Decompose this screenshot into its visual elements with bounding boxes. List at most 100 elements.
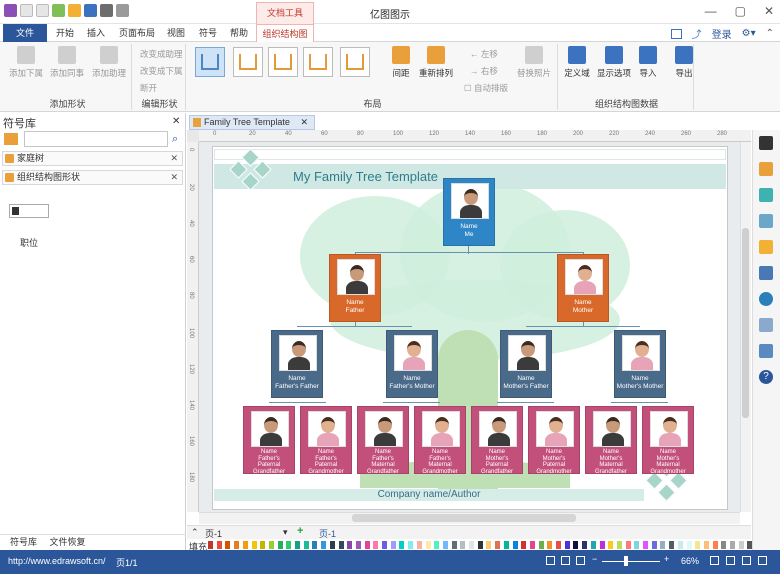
vertical-scroll-thumb[interactable] [742, 228, 749, 418]
color-swatch[interactable] [521, 541, 527, 549]
new-icon[interactable] [52, 4, 65, 17]
add-page-button[interactable]: + [297, 525, 303, 537]
add-subordinate-button[interactable]: 添加下属 [8, 46, 44, 79]
color-swatch[interactable] [529, 541, 535, 549]
color-swatch[interactable] [216, 541, 222, 549]
layout-style-5-button[interactable] [340, 47, 370, 77]
rearrange-button[interactable]: 重新排列 [418, 46, 454, 79]
color-swatch[interactable] [251, 541, 257, 549]
color-swatch[interactable] [408, 541, 414, 549]
library-grid-icon[interactable] [4, 133, 18, 145]
color-swatch[interactable] [390, 541, 396, 549]
spacing-button[interactable]: 间距 [386, 46, 416, 79]
color-swatch[interactable] [486, 541, 492, 549]
replace-photo-button[interactable]: 替换照片 [514, 46, 554, 79]
color-swatch[interactable] [590, 541, 596, 549]
website-link[interactable]: http://www.edrawsoft.cn/ [8, 556, 106, 566]
color-swatch[interactable] [460, 541, 466, 549]
color-swatch[interactable] [669, 541, 675, 549]
add-assistant-button[interactable]: 添加助理 [90, 46, 128, 79]
presentation-icon[interactable] [742, 556, 751, 565]
color-swatch[interactable] [425, 541, 431, 549]
color-swatch[interactable] [738, 541, 744, 549]
color-swatch[interactable] [634, 541, 640, 549]
save-icon[interactable] [84, 4, 97, 17]
zoom-slider-handle[interactable] [624, 556, 628, 566]
node-g5[interactable]: Name Mother's Paternal Grandfather [471, 406, 523, 475]
symbol-search-input[interactable] [24, 131, 168, 147]
change-to-subordinate-button[interactable]: 改变成下属 [140, 65, 183, 77]
print-icon[interactable] [100, 4, 113, 17]
color-swatch[interactable] [660, 541, 666, 549]
minimize-button[interactable]: — [705, 4, 717, 18]
page-selector-dropdown-icon[interactable]: ▾ [283, 527, 288, 538]
tab-view[interactable]: 视图 [163, 24, 189, 42]
note-icon[interactable] [759, 318, 773, 332]
fit-window-icon[interactable] [710, 556, 719, 565]
color-swatch[interactable] [286, 541, 292, 549]
color-swatch[interactable] [547, 541, 553, 549]
define-fields-button[interactable]: 定义域 [562, 46, 592, 79]
node-fm[interactable]: Name Father's Mother [386, 330, 438, 398]
node-g6[interactable]: Name Mother's Paternal Grandmother [528, 406, 580, 475]
node-ff[interactable]: Name Father's Father [271, 330, 323, 398]
help-icon[interactable]: ? [759, 370, 773, 384]
picture-icon[interactable] [670, 28, 682, 39]
node-mother[interactable]: Name Mother [557, 254, 609, 322]
line-style-icon[interactable] [759, 162, 773, 176]
fit-width-icon[interactable] [561, 556, 570, 565]
library-family-tree[interactable]: 家庭树 ✕ [2, 151, 183, 166]
tab-help[interactable]: 帮助 [226, 24, 252, 42]
color-swatch[interactable] [625, 541, 631, 549]
tab-symbol-library[interactable]: 符号库 [10, 537, 37, 547]
color-swatch[interactable] [512, 541, 518, 549]
tab-insert[interactable]: 插入 [82, 24, 110, 42]
color-swatch[interactable] [295, 541, 300, 549]
color-swatch[interactable] [434, 541, 440, 549]
import-button[interactable]: 导入 [636, 46, 660, 79]
color-swatch[interactable] [277, 541, 283, 549]
color-swatch[interactable] [503, 541, 509, 549]
color-swatch[interactable] [599, 541, 605, 549]
color-swatch[interactable] [616, 541, 622, 549]
fill-bucket-icon[interactable] [759, 136, 773, 150]
view-mode-icon[interactable] [726, 556, 735, 565]
grid-view-icon[interactable] [758, 556, 767, 565]
color-swatch[interactable] [730, 541, 735, 549]
node-g2[interactable]: Name Father's Paternal Grandmother [300, 406, 352, 475]
export-icon[interactable] [116, 4, 129, 17]
color-swatch[interactable] [399, 541, 405, 549]
ribbon-collapse-icon[interactable]: ⌃ [766, 28, 774, 39]
layout-style-4-button[interactable] [303, 47, 333, 77]
color-swatch[interactable] [329, 541, 335, 549]
position-shape-thumbnail[interactable] [9, 204, 49, 218]
color-swatch[interactable] [347, 541, 353, 549]
color-swatch[interactable] [582, 541, 588, 549]
zoom-out-button[interactable]: − [592, 554, 597, 564]
color-swatch[interactable] [234, 541, 240, 549]
horizontal-scroll-thumb[interactable] [352, 514, 576, 522]
tab-symbols[interactable]: 符号 [195, 24, 221, 42]
zoom-slider-track[interactable] [602, 561, 660, 562]
color-swatch[interactable] [225, 541, 231, 549]
collapse-icon[interactable]: ⌃ [191, 527, 199, 538]
document-tab[interactable]: Family Tree Template ✕ [189, 115, 315, 130]
color-swatch[interactable] [703, 541, 709, 549]
color-swatch[interactable] [312, 541, 318, 549]
tab-page-layout[interactable]: 页面布局 [116, 24, 158, 42]
shadow-icon[interactable] [759, 188, 773, 202]
maximize-button[interactable]: ▢ [735, 4, 746, 18]
color-swatch[interactable] [260, 541, 266, 549]
color-swatch[interactable] [477, 541, 483, 549]
library-close-icon[interactable]: ✕ [170, 152, 178, 165]
color-swatch[interactable] [608, 541, 614, 549]
color-swatch[interactable] [564, 541, 570, 549]
close-button[interactable]: ✕ [764, 4, 774, 18]
auto-layout-checkbox[interactable]: ☐ 自动排版 [464, 82, 508, 94]
tab-home[interactable]: 开始 [52, 24, 78, 42]
node-g3[interactable]: Name Father's Maternal Grandfather [357, 406, 409, 475]
color-swatch[interactable] [373, 541, 379, 549]
zoom-in-button[interactable]: + [664, 554, 669, 564]
display-options-button[interactable]: 显示选项 [595, 46, 633, 79]
color-swatch[interactable] [651, 541, 657, 549]
